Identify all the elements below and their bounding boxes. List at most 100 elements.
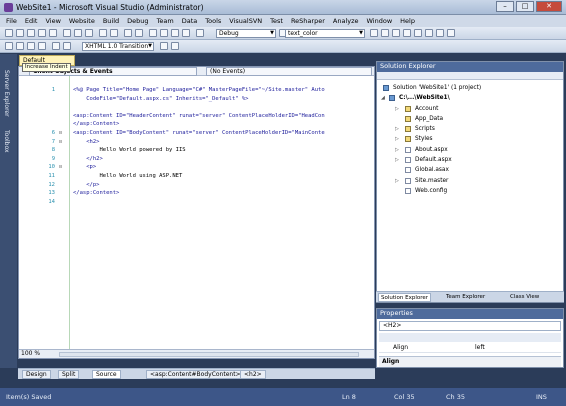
browser-icon[interactable] xyxy=(171,42,179,50)
editor-nav-bar: Client Objects & Events (No Events) xyxy=(19,67,374,76)
bold-icon[interactable] xyxy=(5,42,13,50)
navigate-forward-icon[interactable] xyxy=(135,29,143,37)
uncomment-icon[interactable] xyxy=(38,42,46,50)
status-column: Col 35 xyxy=(394,393,415,401)
expand-icon[interactable]: ▷ xyxy=(395,176,399,186)
save-all-icon[interactable] xyxy=(49,29,57,37)
property-value[interactable]: left xyxy=(475,344,485,352)
object-browser-icon[interactable] xyxy=(403,29,411,37)
title-bar: WebSite1 - Microsoft Visual Studio (Admi… xyxy=(0,0,566,15)
navigate-back-icon[interactable] xyxy=(124,29,132,37)
tree-item[interactable]: ▷ About.aspx xyxy=(377,145,563,155)
expand-icon[interactable]: ▷ xyxy=(395,104,399,114)
tab-class-view[interactable]: Class View xyxy=(508,293,541,302)
expand-icon[interactable]: ▷ xyxy=(395,134,399,144)
html-toolbar: XHTML 1.0 Transition ▼ xyxy=(0,40,566,53)
redo-icon[interactable] xyxy=(110,29,118,37)
tree-item-label: Global.asax xyxy=(415,167,449,174)
extension-manager-icon[interactable] xyxy=(436,29,444,37)
decrease-indent-icon[interactable] xyxy=(52,42,60,50)
minimize-button[interactable]: – xyxy=(496,1,514,12)
find-combo[interactable]: text_color ▼ xyxy=(285,29,365,38)
play-icon[interactable] xyxy=(196,29,204,37)
menu-test[interactable]: Test xyxy=(270,17,283,25)
code-line: CodeFile="Default.aspx.cs" Inherits="_De… xyxy=(19,96,374,105)
doctype-select[interactable]: XHTML 1.0 Transition ▼ xyxy=(82,42,154,51)
copy-icon[interactable] xyxy=(74,29,82,37)
toolbox-tab[interactable]: Toolbox xyxy=(3,130,10,153)
property-row[interactable]: Align left xyxy=(379,344,561,353)
tree-item[interactable]: Web.config xyxy=(377,186,563,196)
tree-item[interactable]: ▷ Scripts xyxy=(377,124,563,134)
menu-visualsvn[interactable]: VisualSVN xyxy=(229,17,262,25)
source-view-button[interactable]: Source xyxy=(92,370,121,379)
new-project-icon[interactable] xyxy=(5,29,13,37)
menu-website[interactable]: Website xyxy=(69,17,95,25)
configuration-select[interactable]: Debug ▼ xyxy=(216,29,276,38)
website-icon xyxy=(389,95,395,102)
menu-team[interactable]: Team xyxy=(157,17,174,25)
menu-analyze[interactable]: Analyze xyxy=(333,17,359,25)
properties-icon[interactable] xyxy=(392,29,400,37)
split-view-button[interactable]: Split xyxy=(58,370,80,379)
tree-item[interactable]: ▷ Account xyxy=(377,104,563,114)
tree-item[interactable]: Solution 'WebSite1' (1 project) xyxy=(377,83,563,93)
menu-debug[interactable]: Debug xyxy=(127,17,148,25)
italic-icon[interactable] xyxy=(16,42,24,50)
start-debug-icon[interactable] xyxy=(149,29,157,37)
cut-icon[interactable] xyxy=(63,29,71,37)
paste-icon[interactable] xyxy=(85,29,93,37)
design-view-button[interactable]: Design xyxy=(22,370,51,379)
start-page-icon[interactable] xyxy=(425,29,433,37)
expand-icon[interactable]: ▷ xyxy=(395,124,399,134)
tree-item[interactable]: ▷ Default.aspx xyxy=(377,155,563,165)
tree-item[interactable]: App_Data xyxy=(377,114,563,124)
tab-team-explorer[interactable]: Team Explorer xyxy=(444,293,487,302)
validate-icon[interactable] xyxy=(160,42,168,50)
save-icon[interactable] xyxy=(38,29,46,37)
open-file-icon[interactable] xyxy=(27,29,35,37)
menu-help[interactable]: Help xyxy=(400,17,415,25)
code-editor[interactable]: Client Objects & Events (No Events) 1 <%@… xyxy=(18,66,375,359)
menu-tools[interactable]: Tools xyxy=(205,17,221,25)
events-dropdown[interactable]: (No Events) xyxy=(206,67,372,76)
menu-data[interactable]: Data xyxy=(182,17,198,25)
line-text: </asp:Content> xyxy=(73,121,120,128)
expand-icon[interactable]: ▷ xyxy=(395,145,399,155)
horizontal-scrollbar[interactable] xyxy=(59,352,359,357)
expand-icon[interactable]: ◢ xyxy=(381,93,385,103)
attach-icon[interactable] xyxy=(171,29,179,37)
menu-build[interactable]: Build xyxy=(103,17,119,25)
menu-file[interactable]: File xyxy=(6,17,17,25)
menu-edit[interactable]: Edit xyxy=(25,17,38,25)
stop-icon[interactable] xyxy=(160,29,168,37)
tree-item[interactable]: ▷ Styles xyxy=(377,134,563,144)
fold-icon[interactable]: ⊟ xyxy=(59,139,62,145)
fold-icon[interactable]: ⊟ xyxy=(59,130,62,136)
property-object-select[interactable]: <H2> xyxy=(379,321,561,331)
tree-item[interactable]: ▷ Site.master xyxy=(377,176,563,186)
menu-view[interactable]: View xyxy=(45,17,60,25)
close-button[interactable]: ✕ xyxy=(536,1,562,12)
zoom-level[interactable]: 100 % xyxy=(21,350,40,358)
expand-icon[interactable]: ▷ xyxy=(395,155,399,165)
menu-window[interactable]: Window xyxy=(367,17,393,25)
undo-icon[interactable] xyxy=(99,29,107,37)
comment-icon[interactable] xyxy=(27,42,35,50)
tab-solution-explorer[interactable]: Solution Explorer xyxy=(378,293,432,302)
breadcrumb-h2[interactable]: <h2> xyxy=(240,370,266,379)
fold-icon[interactable]: ⊟ xyxy=(59,164,62,170)
tree-item[interactable]: Global.asax xyxy=(377,165,563,175)
server-explorer-tab[interactable]: Server Explorer xyxy=(3,70,10,117)
breakpoint-icon[interactable] xyxy=(182,29,190,37)
breadcrumb-content[interactable]: <asp:Content#BodyContent> xyxy=(146,370,245,379)
find-in-files-icon[interactable] xyxy=(370,29,378,37)
increase-indent-icon[interactable] xyxy=(63,42,71,50)
maximize-button[interactable]: □ xyxy=(516,1,534,12)
command-window-icon[interactable] xyxy=(447,29,455,37)
toolbox-icon[interactable] xyxy=(414,29,422,37)
add-item-icon[interactable] xyxy=(16,29,24,37)
tree-item[interactable]: ◢ C:\...\WebSite1\ xyxy=(377,93,563,103)
menu-resharper[interactable]: ReSharper xyxy=(291,17,325,25)
solution-explorer-icon[interactable] xyxy=(381,29,389,37)
